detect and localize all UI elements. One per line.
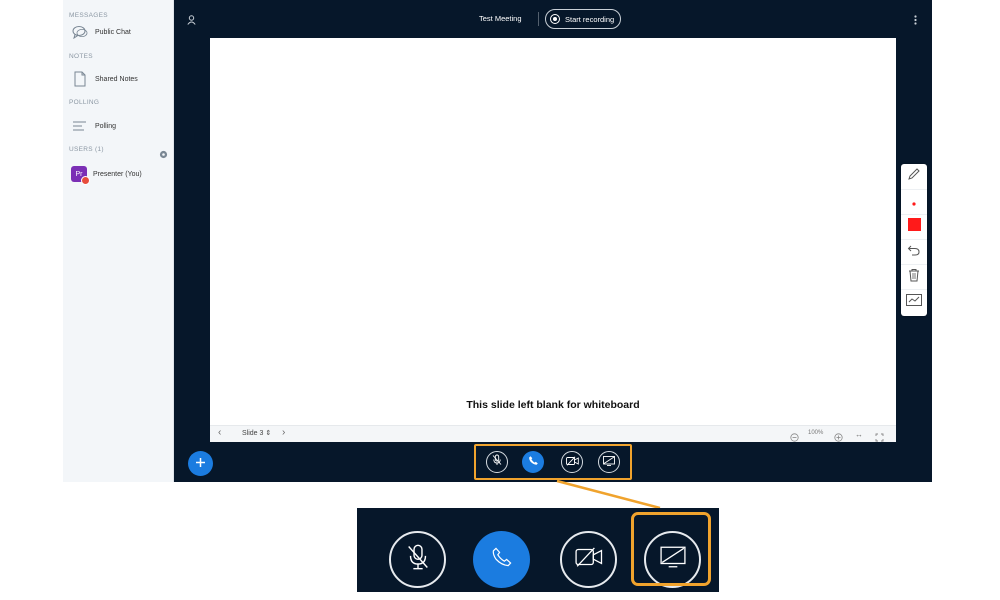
screen-share-icon	[603, 453, 615, 471]
trash-icon	[908, 268, 920, 287]
actions-plus-button[interactable]	[188, 451, 213, 476]
gear-icon[interactable]	[159, 146, 168, 159]
undo-icon	[907, 243, 921, 262]
color-tool-button[interactable]	[901, 214, 927, 239]
zoomed-screen-share-highlight	[631, 512, 711, 586]
fit-width-icon[interactable]: ↔	[855, 430, 863, 439]
zoomed-share-webcam-button[interactable]	[560, 531, 617, 588]
main-area: Test Meeting Start recording This slide …	[174, 0, 932, 482]
zoomed-unmute-button[interactable]	[389, 531, 446, 588]
slide-navigation-bar: ‹ Slide 3 ⇕ › 100% ↔	[210, 425, 896, 442]
thickness-tool-button[interactable]	[901, 189, 927, 214]
user-list-item-presenter[interactable]: Pr Presenter (You)	[71, 163, 142, 185]
pencil-tool-button[interactable]	[901, 164, 927, 188]
start-recording-button[interactable]: Start recording	[545, 9, 621, 29]
whiteboard[interactable]: This slide left blank for whiteboard ‹ S…	[210, 38, 896, 442]
sidebar-item-shared-notes[interactable]: Shared Notes	[71, 68, 138, 90]
messages-section-title: MESSAGES	[69, 12, 108, 19]
presenter-status-dot	[81, 176, 90, 185]
user-icon[interactable]	[187, 12, 196, 30]
sidebar-item-polling[interactable]: Polling	[71, 115, 116, 137]
fullscreen-icon[interactable]	[875, 429, 884, 447]
zoom-out-icon[interactable]	[790, 429, 799, 447]
leave-audio-button[interactable]	[522, 451, 544, 473]
chat-bubble-icon	[71, 23, 89, 41]
share-screen-button[interactable]	[598, 451, 620, 473]
zoom-level: 100%	[808, 430, 824, 436]
thickness-dot-icon	[912, 193, 916, 211]
plus-icon	[195, 455, 206, 473]
sidebar: MESSAGES Public Chat NOTES Shared Notes …	[63, 0, 174, 482]
share-webcam-button[interactable]	[561, 451, 583, 473]
whiteboard-chart-icon	[906, 293, 922, 311]
sidebar-item-label: Public Chat	[95, 28, 131, 36]
start-recording-label: Start recording	[565, 14, 615, 24]
notes-section-title: NOTES	[69, 53, 93, 60]
clear-tool-button[interactable]	[901, 264, 927, 289]
multi-user-whiteboard-button[interactable]	[901, 289, 927, 314]
polling-section-title: POLLING	[69, 99, 100, 106]
slide-blank-text: This slide left blank for whiteboard	[466, 399, 640, 411]
zoom-in-icon[interactable]	[834, 429, 843, 447]
pencil-icon	[907, 167, 921, 186]
slide-selector[interactable]: Slide 3 ⇕	[242, 429, 271, 437]
user-name: Presenter (You)	[93, 170, 142, 178]
document-icon	[71, 70, 89, 88]
sidebar-item-label: Polling	[95, 122, 117, 130]
record-icon	[550, 14, 560, 24]
zoomed-leave-audio-button[interactable]	[473, 531, 530, 588]
muted-microphone-icon	[491, 453, 503, 471]
users-section-title: USERS (1)	[69, 146, 104, 153]
meeting-title: Test Meeting	[479, 14, 522, 23]
unmute-button[interactable]	[486, 451, 508, 473]
undo-tool-button[interactable]	[901, 239, 927, 264]
phone-icon	[528, 453, 539, 471]
previous-slide-icon[interactable]: ‹	[218, 427, 221, 438]
avatar: Pr	[71, 166, 90, 185]
color-swatch-icon	[907, 218, 921, 236]
sidebar-item-label: Shared Notes	[95, 75, 138, 83]
more-options-icon[interactable]	[914, 12, 917, 30]
video-off-icon	[565, 453, 579, 471]
whiteboard-toolbar	[901, 164, 927, 316]
poll-lines-icon	[71, 117, 89, 135]
next-slide-icon[interactable]: ›	[282, 427, 285, 438]
muted-microphone-icon	[404, 543, 432, 576]
phone-icon	[491, 546, 513, 573]
sidebar-item-public-chat[interactable]: Public Chat	[71, 21, 131, 43]
zoomed-media-controls	[357, 508, 719, 592]
header-divider	[538, 12, 539, 26]
video-off-icon	[574, 546, 603, 573]
